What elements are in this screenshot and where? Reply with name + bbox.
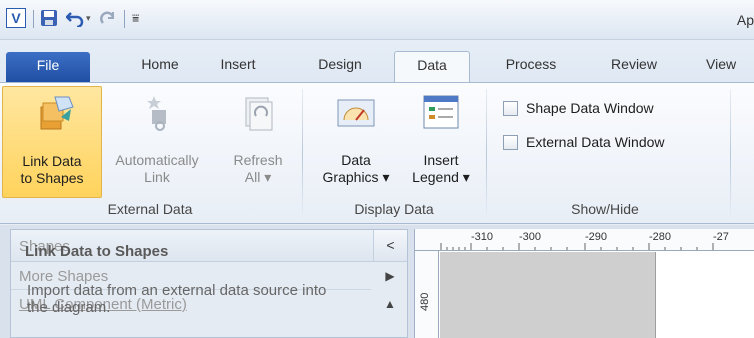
visio-app-icon[interactable]: V — [6, 8, 26, 28]
insert-legend-icon — [423, 95, 459, 129]
ruler-label: -300 — [519, 231, 542, 243]
redo-icon[interactable] — [100, 9, 118, 27]
group-label-external-data: External Data — [107, 201, 193, 217]
drawing-page[interactable] — [655, 252, 754, 338]
shape-data-window-label: Shape Data Window — [526, 100, 654, 116]
refresh-all-button[interactable]: Refresh All ▾ — [220, 86, 296, 198]
automatically-link-label: Automatically Link — [115, 152, 199, 185]
group-label-show-hide: Show/Hide — [571, 201, 639, 217]
title-bar: V ▾ ⩸ Ap — [0, 0, 754, 40]
vertical-ruler[interactable]: 480 — [415, 251, 439, 338]
ruler-label: -280 — [649, 231, 672, 243]
shapes-pane-header: Shapes < — [11, 230, 407, 262]
shapes-pane: Shapes < More Shapes ▶ UML Component (Me… — [10, 229, 408, 338]
shapes-pane-title: Shapes — [19, 238, 70, 255]
undo-icon[interactable] — [66, 9, 84, 27]
ruler-label: -290 — [585, 231, 608, 243]
ruler-ticks — [440, 243, 714, 250]
shape-data-window-checkbox-row[interactable]: Shape Data Window — [503, 99, 654, 119]
external-data-window-checkbox-row[interactable]: External Data Window — [503, 133, 665, 153]
group-separator — [730, 89, 731, 219]
refresh-icon — [245, 97, 273, 131]
shape-data-window-checkbox[interactable] — [503, 100, 518, 116]
data-graphics-icon — [337, 99, 375, 127]
insert-legend-label: Insert Legend ▾ — [412, 152, 470, 185]
tab-insert[interactable]: Insert — [206, 51, 270, 82]
ribbon-tabs: File Home Insert Design Data Process Rev… — [0, 40, 754, 82]
ribbon-data: Link Data to Shapes Automatically Link R… — [0, 82, 754, 224]
drawing-canvas[interactable]: -310 -300 -290 -280 -27 480 — [414, 229, 754, 338]
data-graphics-button[interactable]: Data Graphics ▾ — [310, 86, 402, 198]
window-title: Ap — [736, 12, 754, 28]
more-shapes-label: More Shapes — [19, 268, 109, 285]
insert-legend-button[interactable]: Insert Legend ▾ — [406, 86, 476, 198]
tab-process[interactable]: Process — [492, 51, 570, 82]
automatically-link-icon — [147, 96, 166, 131]
group-separator — [302, 89, 303, 219]
tab-view[interactable]: View — [696, 51, 754, 82]
automatically-link-button[interactable]: Automatically Link — [104, 86, 210, 198]
canvas-background[interactable] — [440, 252, 655, 338]
tab-file[interactable]: File — [6, 52, 90, 82]
data-graphics-label: Data Graphics ▾ — [322, 152, 390, 185]
ruler-label: 480 — [419, 292, 431, 311]
tab-home[interactable]: Home — [122, 51, 198, 82]
workspace: Shapes < More Shapes ▶ UML Component (Me… — [0, 225, 754, 338]
stencil-row[interactable]: UML Component (Metric) ▲ — [11, 290, 396, 318]
tab-review[interactable]: Review — [596, 51, 672, 82]
tab-design[interactable]: Design — [302, 51, 378, 82]
qat-separator — [33, 10, 34, 28]
qat-separator — [124, 10, 125, 28]
external-data-window-label: External Data Window — [526, 134, 665, 150]
refresh-all-label: Refresh All ▾ — [233, 152, 283, 185]
stencil-label: UML Component (Metric) — [19, 296, 187, 313]
ruler-label: -27 — [713, 231, 729, 243]
link-data-to-shapes-button[interactable]: Link Data to Shapes — [2, 86, 102, 198]
scroll-up-icon[interactable]: ▲ — [373, 290, 407, 318]
customize-qat-icon[interactable]: ⩸ — [132, 9, 150, 27]
group-label-display-data: Display Data — [354, 201, 434, 217]
more-shapes-row[interactable]: More Shapes ▶ — [11, 262, 395, 290]
external-data-window-checkbox[interactable] — [503, 134, 518, 150]
group-separator — [486, 89, 487, 219]
tab-data[interactable]: Data — [394, 51, 470, 82]
collapse-pane-button[interactable]: < — [373, 230, 407, 261]
link-data-icon — [40, 96, 74, 130]
link-data-label: Link Data to Shapes — [20, 153, 84, 186]
save-icon[interactable] — [40, 9, 58, 27]
horizontal-ruler[interactable]: -310 -300 -290 -280 -27 — [415, 229, 754, 251]
ruler-label: -310 — [471, 231, 494, 243]
expand-arrow-icon[interactable]: ▶ — [373, 262, 407, 290]
